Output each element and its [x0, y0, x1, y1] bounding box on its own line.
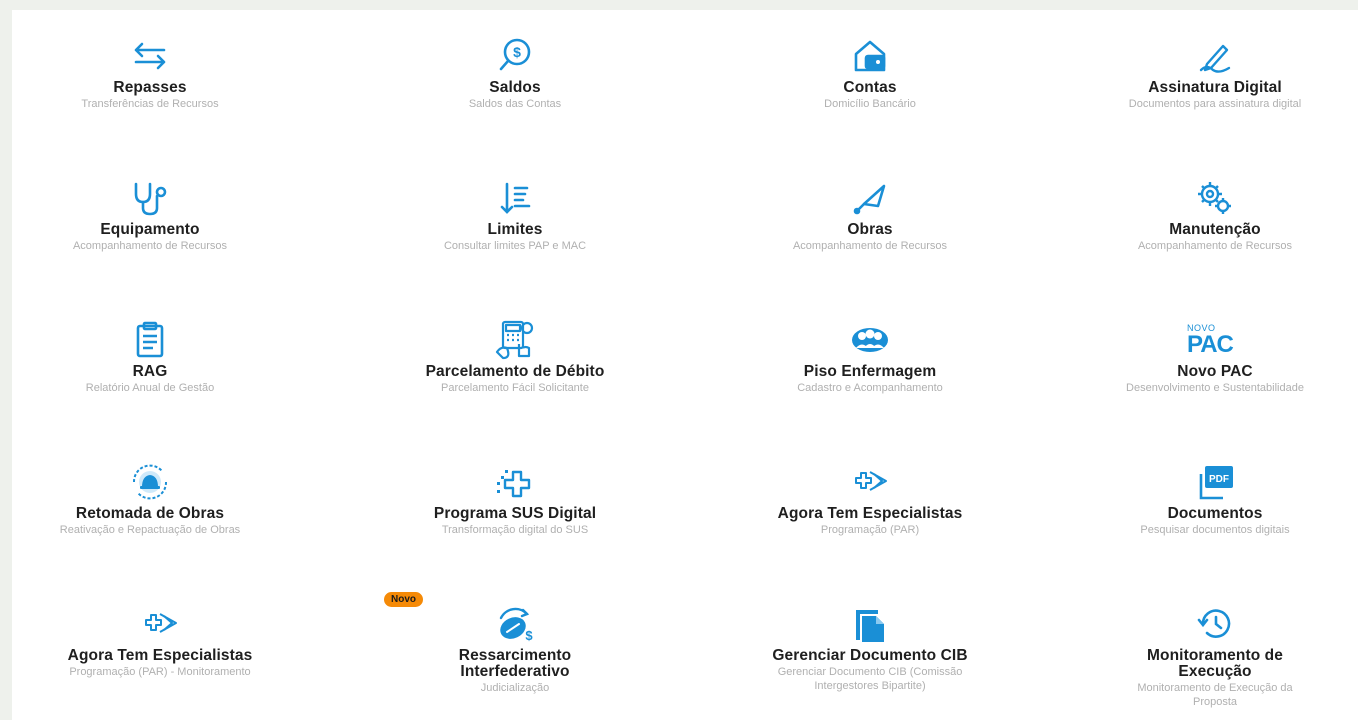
tile-subtitle: Cadastro e Acompanhamento [797, 382, 943, 394]
tile-saldos[interactable]: $ Saldos Saldos das Contas [405, 34, 625, 111]
tile-title: Retomada de Obras [75, 505, 225, 522]
tile-title: Agora Tem Especialistas [67, 647, 253, 664]
gears-icon [1188, 176, 1242, 220]
balance-search-icon: $ [488, 34, 542, 78]
tile-piso-enfermagem[interactable]: Piso Enfermagem Cadastro e Acompanhament… [760, 318, 980, 395]
tile-subtitle: Documentos para assinatura digital [1128, 98, 1302, 110]
tile-subtitle: Acompanhamento de Recursos [72, 240, 228, 252]
tile-subtitle: Relatório Anual de Gestão [85, 382, 215, 394]
tile-subtitle: Reativação e Repactuação de Obras [59, 524, 241, 536]
pdf-label: PDF [1209, 474, 1229, 485]
tile-subtitle: Acompanhamento de Recursos [792, 240, 948, 252]
tile-subtitle: Transferências de Recursos [81, 98, 219, 110]
tile-subtitle: Pesquisar documentos digitais [1140, 524, 1290, 536]
novo-pac-logo: NOVO PAC [1187, 318, 1243, 362]
tile-agora-tem-especialistas-monitoramento[interactable]: Agora Tem Especialistas Programação (PAR… [25, 602, 295, 679]
people-group-icon [843, 318, 897, 362]
tile-subtitle: Consultar limites PAP e MAC [443, 240, 587, 252]
tile-title: Piso Enfermagem [803, 363, 937, 380]
history-clock-icon [1188, 602, 1242, 646]
tile-documentos[interactable]: PDF Documentos Pesquisar documentos digi… [1100, 460, 1330, 537]
tile-title: Documentos [1167, 505, 1263, 522]
tile-title: Contas [843, 79, 897, 96]
house-wallet-icon [843, 34, 897, 78]
tile-title: Equipamento [100, 221, 200, 238]
svg-text:$: $ [513, 44, 521, 60]
clipboard-icon [123, 318, 177, 362]
tile-ressarcimento-interfederativo[interactable]: $ Ressarcimento Interfederativo Judicial… [405, 602, 625, 695]
document-icon [843, 602, 897, 646]
tile-subtitle: Gerenciar Documento CIB (Comissão Interg… [777, 666, 963, 692]
tile-title: Manutenção [1169, 221, 1261, 238]
tile-limites[interactable]: Limites Consultar limites PAP e MAC [405, 176, 625, 253]
tile-title: Monitoramento de Execução [1147, 647, 1283, 680]
tile-equipamento[interactable]: Equipamento Acompanhamento de Recursos [40, 176, 260, 253]
cross-arrow-icon [133, 602, 187, 646]
tile-title: Agora Tem Especialistas [777, 505, 963, 522]
tile-title: Saldos [489, 79, 541, 96]
tile-assinatura-digital[interactable]: Assinatura Digital Documentos para assin… [1100, 34, 1330, 111]
tile-novo-pac[interactable]: NOVO PAC Novo PAC Desenvolvimento e Sust… [1100, 318, 1330, 395]
sort-list-icon [488, 176, 542, 220]
tile-subtitle: Acompanhamento de Recursos [1137, 240, 1293, 252]
pill-refund-icon: $ [488, 602, 542, 646]
pdf-file-icon: PDF [1188, 460, 1242, 504]
tile-title: Parcelamento de Débito [425, 363, 605, 380]
tile-title: Repasses [113, 79, 187, 96]
tile-programa-sus-digital[interactable]: Programa SUS Digital Transformação digit… [395, 460, 635, 537]
novo-pac-logo-main: PAC [1187, 331, 1234, 358]
trowel-icon [843, 176, 897, 220]
tile-title: Gerenciar Documento CIB [772, 647, 968, 664]
tile-title: Novo PAC [1177, 363, 1253, 380]
transfer-arrows-icon [123, 34, 177, 78]
tile-contas[interactable]: Contas Domicílio Bancário [760, 34, 980, 111]
tile-subtitle: Parcelamento Fácil Solicitante [441, 382, 589, 394]
tile-subtitle: Programação (PAR) [820, 524, 920, 536]
tile-repasses[interactable]: Repasses Transferências de Recursos [40, 34, 260, 111]
cross-arrow-icon [843, 460, 897, 504]
tile-subtitle: Domicílio Bancário [824, 98, 916, 110]
stethoscope-icon [123, 176, 177, 220]
calculator-money-icon [488, 318, 542, 362]
tile-subtitle: Transformação digital do SUS [441, 524, 589, 536]
helmet-cycle-icon [123, 460, 177, 504]
tile-retomada-obras[interactable]: Retomada de Obras Reativação e Repactuaç… [25, 460, 275, 537]
tile-manutencao[interactable]: Manutenção Acompanhamento de Recursos [1100, 176, 1330, 253]
tile-rag[interactable]: RAG Relatório Anual de Gestão [40, 318, 260, 395]
tile-subtitle: Saldos das Contas [468, 98, 562, 110]
digital-health-cross-icon [488, 460, 542, 504]
tile-subtitle: Monitoramento de Execução da Proposta [1137, 682, 1293, 708]
signature-pen-icon [1188, 34, 1242, 78]
tile-subtitle: Programação (PAR) - Monitoramento [69, 666, 251, 678]
tile-title: Obras [847, 221, 893, 238]
tile-monitoramento-execucao[interactable]: Monitoramento de Execução Monitoramento … [1110, 602, 1320, 709]
tile-agora-tem-especialistas[interactable]: Agora Tem Especialistas Programação (PAR… [740, 460, 1000, 537]
tile-title: RAG [132, 363, 168, 380]
tile-subtitle: Desenvolvimento e Sustentabilidade [1126, 382, 1304, 394]
tile-gerenciar-documento-cib[interactable]: Gerenciar Documento CIB Gerenciar Docume… [740, 602, 1000, 693]
tile-title: Programa SUS Digital [433, 505, 597, 522]
tile-title: Ressarcimento Interfederativo [458, 647, 572, 680]
tile-title: Assinatura Digital [1148, 79, 1282, 96]
tile-obras[interactable]: Obras Acompanhamento de Recursos [760, 176, 980, 253]
tile-parcelamento-debito[interactable]: Parcelamento de Débito Parcelamento Fáci… [395, 318, 635, 395]
tile-title: Limites [487, 221, 543, 238]
svg-text:$: $ [525, 628, 533, 643]
tile-subtitle: Judicialização [480, 682, 550, 694]
